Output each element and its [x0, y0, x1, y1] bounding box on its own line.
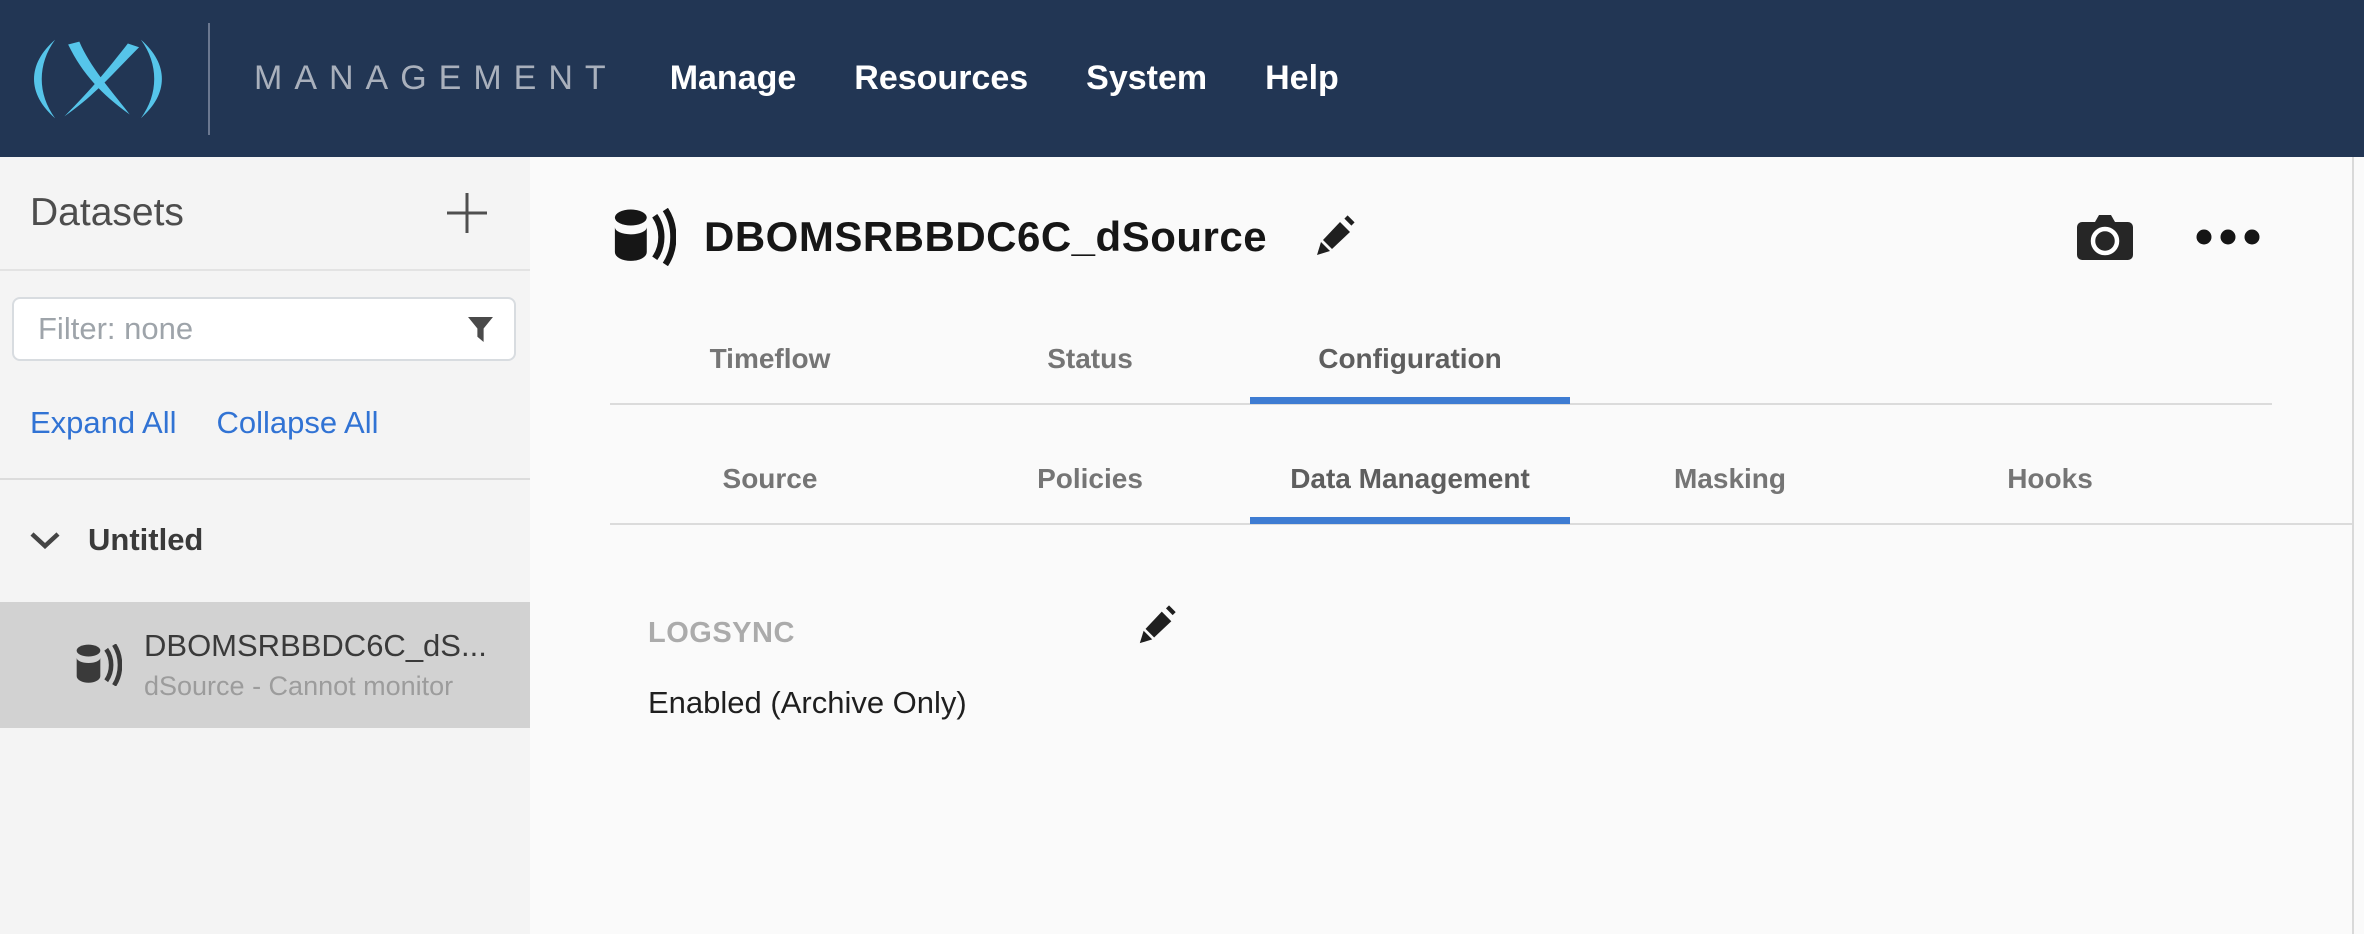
menu-item-system[interactable]: System — [1086, 0, 1207, 157]
menu-item-manage[interactable]: Manage — [670, 0, 797, 157]
add-dataset-button[interactable] — [444, 190, 490, 236]
filter-input[interactable] — [38, 311, 467, 347]
list-item-dsource[interactable]: DBOMSRBBDC6C_dS... dSource - Cannot moni… — [0, 602, 530, 728]
chevron-down-icon — [30, 532, 60, 549]
sidebar-title: Datasets — [30, 191, 184, 235]
edit-title-button[interactable] — [1313, 215, 1357, 259]
tree-links: Expand All Collapse All — [30, 405, 530, 441]
filter-funnel-icon[interactable] — [467, 316, 494, 343]
menu-item-resources[interactable]: Resources — [854, 0, 1028, 157]
expand-all-link[interactable]: Expand All — [30, 405, 177, 441]
logsync-field: LOGSYNC — [648, 617, 795, 650]
dsource-icon — [614, 208, 676, 266]
more-actions-button[interactable] — [2196, 229, 2260, 245]
page-title: DBOMSRBBDC6C_dSource — [704, 213, 1267, 261]
subtab-source[interactable]: Source — [610, 463, 930, 495]
ellipsis-menu-icon — [2196, 229, 2260, 245]
group-label: Untitled — [88, 522, 203, 558]
group-row-untitled[interactable]: Untitled — [0, 522, 530, 558]
subtab-policies[interactable]: Policies — [930, 463, 1250, 495]
main-menu: Manage Resources System Help — [670, 0, 1339, 157]
collapse-all-link[interactable]: Collapse All — [217, 405, 379, 441]
logsync-value: Enabled (Archive Only) — [648, 685, 967, 721]
sidebar-header: Datasets — [0, 157, 530, 271]
subtab-data-management[interactable]: Data Management — [1250, 463, 1570, 495]
tab-timeflow[interactable]: Timeflow — [610, 343, 930, 375]
list-item-title: DBOMSRBBDC6C_dS... — [144, 628, 487, 664]
top-navbar: MANAGEMENT Manage Resources System Help — [0, 0, 2364, 157]
edit-logsync-button[interactable] — [1136, 605, 1178, 647]
subtab-masking[interactable]: Masking — [1570, 463, 1890, 495]
primary-tabs: Timeflow Status Configuration — [610, 343, 1570, 375]
camera-icon — [2076, 214, 2134, 261]
subtab-hooks[interactable]: Hooks — [1890, 463, 2210, 495]
edit-pencil-icon — [1313, 215, 1357, 259]
tab-status[interactable]: Status — [930, 343, 1250, 375]
brand-title: MANAGEMENT — [254, 59, 618, 98]
main-panel: DBOMSRBBDC6C_dSource — [530, 157, 2364, 934]
filter-box — [12, 297, 516, 361]
navbar-divider — [208, 23, 210, 135]
logsync-label: LOGSYNC — [648, 617, 795, 650]
active-tab-underline — [1250, 397, 1570, 404]
edit-pencil-icon — [1136, 605, 1178, 647]
dsource-icon — [76, 644, 122, 686]
list-item-text: DBOMSRBBDC6C_dS... dSource - Cannot moni… — [144, 628, 487, 702]
sidebar-divider — [0, 478, 530, 480]
configuration-subtabs: Source Policies Data Management Masking … — [610, 463, 2210, 495]
scrollbar-track[interactable] — [2352, 157, 2354, 934]
snapshot-button[interactable] — [2076, 214, 2134, 261]
list-item-status: dSource - Cannot monitor — [144, 671, 487, 702]
tab-configuration[interactable]: Configuration — [1250, 343, 1570, 375]
title-actions — [2076, 214, 2260, 261]
delphix-logo-icon — [14, 32, 182, 126]
menu-item-help[interactable]: Help — [1265, 0, 1339, 157]
datasets-sidebar: Datasets Expand All Collapse All Untitle… — [0, 157, 530, 934]
title-row: DBOMSRBBDC6C_dSource — [614, 195, 2260, 279]
active-subtab-underline — [1250, 517, 1570, 524]
